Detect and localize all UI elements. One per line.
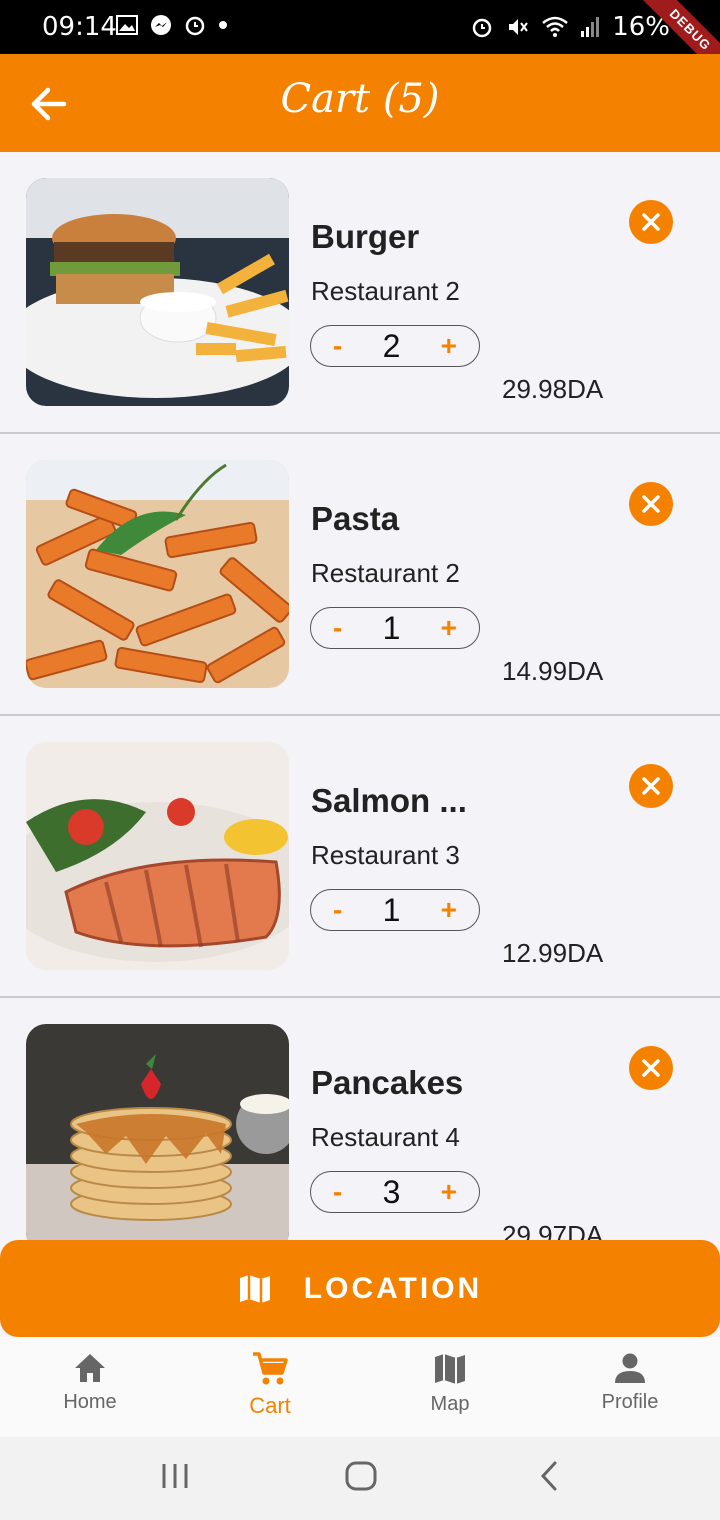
gallery-icon	[116, 15, 138, 35]
decrease-button[interactable]: -	[333, 1176, 342, 1208]
item-restaurant: Restaurant 2	[311, 276, 460, 306]
alarm-status-icon	[472, 18, 492, 38]
close-icon	[642, 495, 660, 513]
nav-item-profile[interactable]: Profile	[540, 1337, 720, 1437]
bottom-navigation: Home Cart Map Profile	[0, 1337, 720, 1437]
item-restaurant: Restaurant 4	[311, 1122, 460, 1152]
cart-item: Pancakes Restaurant 4 - 3 + 29.97DA	[0, 998, 720, 1240]
quantity-stepper: - 1 +	[310, 607, 480, 649]
nav-item-cart[interactable]: Cart	[180, 1337, 360, 1437]
nav-item-map[interactable]: Map	[360, 1337, 540, 1437]
item-restaurant: Restaurant 3	[311, 840, 460, 870]
item-name: Pasta	[311, 500, 400, 537]
item-price: 12.99DA	[502, 938, 604, 968]
pancakes-image	[26, 1024, 289, 1240]
system-status-icons: 16%	[470, 12, 670, 42]
home-system-button[interactable]	[344, 1459, 378, 1498]
system-navigation-bar	[0, 1437, 720, 1520]
mute-icon	[509, 19, 529, 35]
nav-label: Map	[430, 1393, 470, 1415]
increase-button[interactable]: +	[441, 1176, 457, 1208]
item-price: 29.98DA	[502, 374, 604, 404]
remove-item-button[interactable]	[629, 1046, 673, 1090]
quantity-stepper: - 2 +	[310, 325, 480, 367]
profile-icon	[615, 1353, 645, 1383]
home-icon	[75, 1354, 105, 1382]
recent-apps-button[interactable]	[160, 1459, 190, 1498]
pasta-image	[26, 460, 289, 688]
item-price: 29.97DA	[502, 1220, 604, 1240]
home-circle-icon	[345, 1461, 377, 1491]
cart-item: Burger Restaurant 2 - 2 + 29.98DA	[0, 152, 720, 434]
dot-icon	[219, 21, 227, 29]
item-price: 14.99DA	[502, 656, 604, 686]
signal-icon	[581, 17, 600, 37]
quantity-value: 3	[382, 1173, 401, 1210]
close-icon	[642, 213, 660, 231]
increase-button[interactable]: +	[441, 612, 457, 644]
recent-apps-icon	[162, 1464, 188, 1488]
quantity-stepper: - 3 +	[310, 1171, 480, 1213]
close-icon	[642, 1059, 660, 1077]
decrease-button[interactable]: -	[333, 330, 342, 362]
location-label: LOCATION	[303, 1271, 483, 1305]
increase-button[interactable]: +	[441, 894, 457, 926]
quantity-value: 1	[382, 609, 401, 646]
burger-image	[26, 178, 289, 406]
decrease-button[interactable]: -	[333, 612, 342, 644]
salmon-image	[26, 742, 289, 970]
item-name: Burger	[311, 218, 420, 255]
remove-item-button[interactable]	[629, 200, 673, 244]
increase-button[interactable]: +	[441, 330, 457, 362]
nav-label: Profile	[601, 1391, 659, 1413]
remove-item-button[interactable]	[629, 482, 673, 526]
close-icon	[642, 777, 660, 795]
wifi-icon	[542, 16, 569, 37]
alarm-icon	[185, 16, 205, 36]
quantity-value: 2	[382, 327, 401, 364]
app-bar: Cart (5)	[0, 54, 720, 152]
decrease-button[interactable]: -	[333, 894, 342, 926]
map-icon	[435, 1354, 465, 1384]
cart-list[interactable]: Burger Restaurant 2 - 2 + 29.98DA Pasta …	[0, 152, 720, 1240]
status-time: 09:14	[42, 12, 117, 42]
map-icon	[239, 1274, 270, 1303]
cart-item: Pasta Restaurant 2 - 1 + 14.99DA	[0, 434, 720, 716]
cart-icon	[253, 1352, 288, 1385]
remove-item-button[interactable]	[629, 764, 673, 808]
system-back-button[interactable]	[534, 1459, 564, 1498]
item-name: Salmon ...	[311, 782, 467, 819]
item-restaurant: Restaurant 2	[311, 558, 460, 588]
quantity-value: 1	[382, 891, 401, 928]
nav-label: Cart	[249, 1393, 291, 1418]
nav-label: Home	[63, 1391, 117, 1413]
cart-item: Salmon ... Restaurant 3 - 1 + 12.99DA	[0, 716, 720, 998]
item-name: Pancakes	[311, 1064, 464, 1101]
notification-icons	[116, 14, 228, 36]
messenger-icon	[151, 15, 171, 35]
page-title: Cart (5)	[280, 76, 440, 122]
nav-item-home[interactable]: Home	[0, 1337, 180, 1437]
status-bar: 09:14 16% DEBUG	[0, 0, 720, 88]
quantity-stepper: - 1 +	[310, 889, 480, 931]
chevron-left-icon	[540, 1461, 557, 1491]
location-button[interactable]: LOCATION	[0, 1240, 720, 1337]
